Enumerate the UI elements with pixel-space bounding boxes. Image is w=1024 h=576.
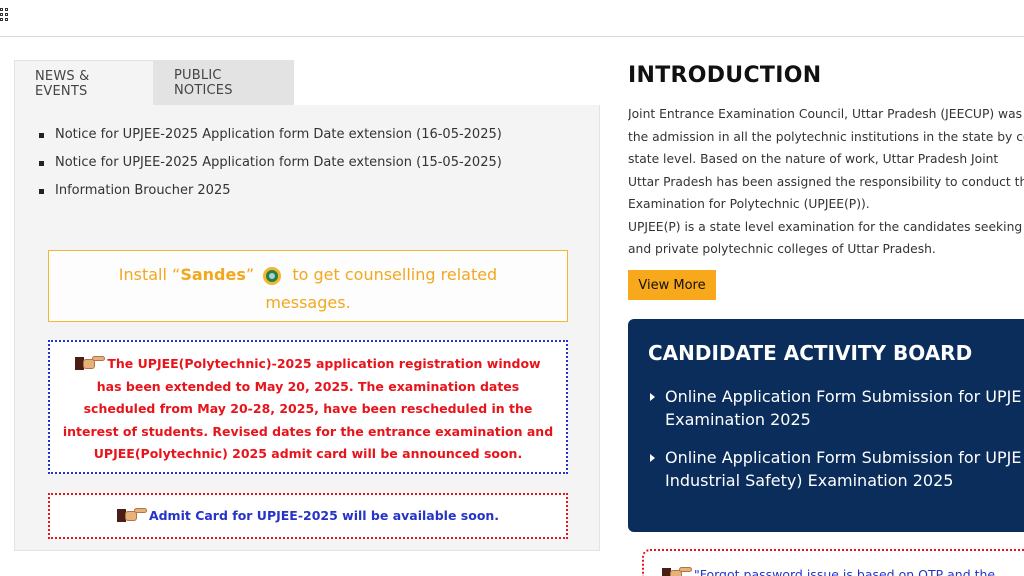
registration-extension-notice: The UPJEE(Polytechnic)-2025 application …: [48, 340, 568, 474]
view-more-button[interactable]: View More: [628, 270, 716, 300]
sandes-suffix: ”: [245, 265, 255, 284]
intro-line: and private polytechnic colleges of Utta…: [628, 242, 936, 256]
news-item[interactable]: Information Broucher 2025: [39, 177, 502, 205]
sandes-install-banner: Install “Sandes” to get counselling rela…: [48, 250, 568, 322]
intro-line: UPJEE(P) is a state level examination fo…: [628, 219, 1023, 234]
board-item-line: Industrial Safety) Examination 2025: [665, 471, 954, 490]
sandes-app-name: Sandes: [180, 265, 246, 284]
news-item[interactable]: Notice for UPJEE-2025 Application form D…: [39, 121, 502, 149]
intro-line: Joint Entrance Examination Council, Utta…: [628, 107, 1023, 121]
news-tabs: NEWS & EVENTS PUBLIC NOTICES: [14, 60, 294, 106]
pointing-hand-icon: [116, 506, 147, 522]
intro-line: state level. Based on the nature of work…: [628, 152, 999, 166]
news-item[interactable]: Notice for UPJEE-2025 Application form D…: [39, 149, 502, 177]
grid-menu-icon[interactable]: [0, 8, 8, 22]
admit-card-notice: Admit Card for UPJEE-2025 will be availa…: [48, 493, 568, 539]
board-title: CANDIDATE ACTIVITY BOARD: [648, 341, 973, 365]
tab-public-notices[interactable]: PUBLIC NOTICES: [154, 60, 294, 106]
forgot-password-text: "Forgot password issue is based on OTP a…: [694, 567, 996, 576]
board-item[interactable]: Online Application Form Submission for U…: [648, 446, 1024, 492]
board-item[interactable]: Online Application Form Submission for U…: [648, 385, 1024, 431]
forgot-password-notice: "Forgot password issue is based on OTP a…: [642, 549, 1024, 576]
admit-card-text[interactable]: Admit Card for UPJEE-2025 will be availa…: [149, 508, 499, 523]
news-list: Notice for UPJEE-2025 Application form D…: [39, 121, 502, 205]
pointing-hand-icon: [662, 565, 692, 576]
sandes-text: to get counselling related: [292, 265, 498, 284]
board-item-line: Examination 2025: [665, 410, 811, 429]
board-item-line: Online Application Form Submission for U…: [665, 448, 1022, 467]
board-list: Online Application Form Submission for U…: [648, 385, 1024, 507]
top-bar: [0, 0, 1024, 37]
notice-text: The UPJEE(Polytechnic)-2025 application …: [62, 356, 554, 461]
pointing-hand-icon: [75, 354, 106, 370]
intro-line: the admission in all the polytechnic ins…: [628, 129, 1024, 144]
intro-text: Joint Entrance Examination Council, Utta…: [628, 103, 1024, 261]
news-panel: Notice for UPJEE-2025 Application form D…: [14, 105, 600, 551]
sandes-logo-icon[interactable]: [263, 266, 282, 285]
intro-title: INTRODUCTION: [628, 63, 822, 88]
board-item-line: Online Application Form Submission for U…: [665, 387, 1022, 406]
sandes-text-line2: messages.: [265, 293, 351, 312]
sandes-prefix: Install “: [118, 265, 181, 284]
intro-line: Examination for Polytechnic (UPJEE(P)).: [628, 197, 870, 211]
tab-news-events[interactable]: NEWS & EVENTS: [14, 60, 154, 106]
candidate-activity-board: CANDIDATE ACTIVITY BOARD Online Applicat…: [628, 319, 1024, 532]
intro-line: Uttar Pradesh has been assigned the resp…: [628, 174, 1024, 189]
